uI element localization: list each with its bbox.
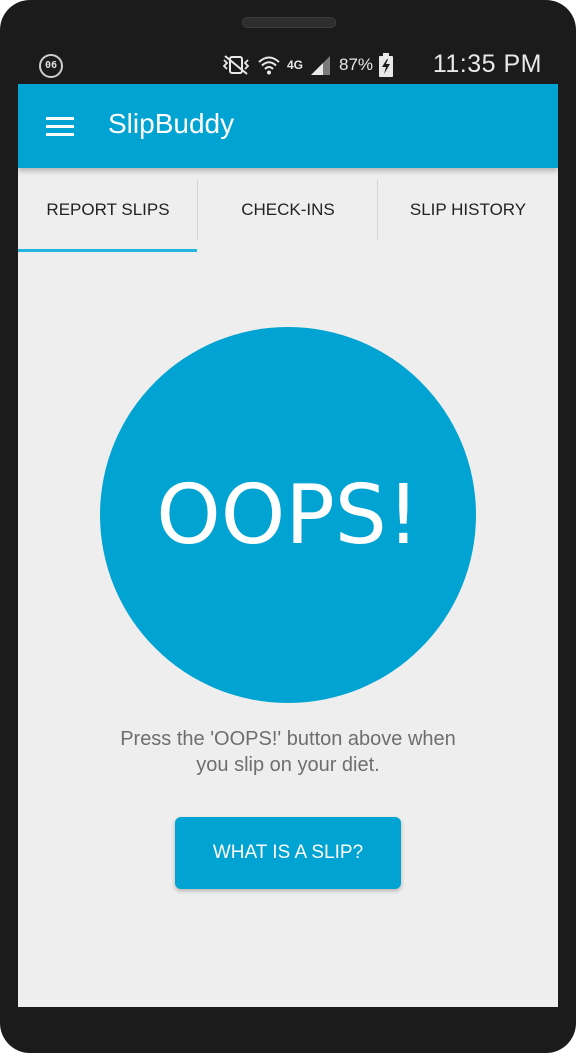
tab-check-ins[interactable]: CHECK-INS [198, 168, 378, 252]
app-screen: SlipBuddy REPORT SLIPS CHECK-INS SLIP HI… [18, 84, 558, 1007]
signal-icon [309, 54, 331, 76]
instruction-line-2: you slip on your diet. [196, 754, 380, 776]
battery-charging-icon [379, 53, 394, 77]
what-is-a-slip-button[interactable]: WHAT IS A SLIP? [175, 817, 401, 889]
status-bar: 06 4G 87% 11:35 PM [18, 46, 558, 84]
wifi-icon [257, 54, 281, 76]
oops-button[interactable]: OOPS! [100, 327, 476, 703]
phone-frame: 06 4G 87% 11:35 PM SlipBuddy REPORT SLIP… [0, 0, 576, 1053]
tab-slip-history[interactable]: SLIP HISTORY [378, 168, 558, 252]
app-bar: SlipBuddy [18, 84, 558, 168]
tab-bar: REPORT SLIPS CHECK-INS SLIP HISTORY [18, 168, 558, 252]
mute-vibrate-icon [221, 54, 251, 76]
instruction-line-1: Press the 'OOPS!' button above when [120, 728, 456, 750]
hamburger-menu-icon[interactable] [40, 111, 80, 141]
battery-percent: 87% [339, 55, 374, 74]
tab-report-slips[interactable]: REPORT SLIPS [18, 168, 198, 252]
lte-icon: 4G [287, 58, 304, 72]
status-clock: 11:35 PM [432, 50, 542, 78]
notification-badge: 06 [39, 54, 63, 78]
selected-tab-indicator [18, 249, 197, 252]
instruction-text: Press the 'OOPS!' button above when you … [88, 726, 488, 778]
speaker-grille [242, 17, 336, 28]
app-title: SlipBuddy [108, 108, 235, 139]
